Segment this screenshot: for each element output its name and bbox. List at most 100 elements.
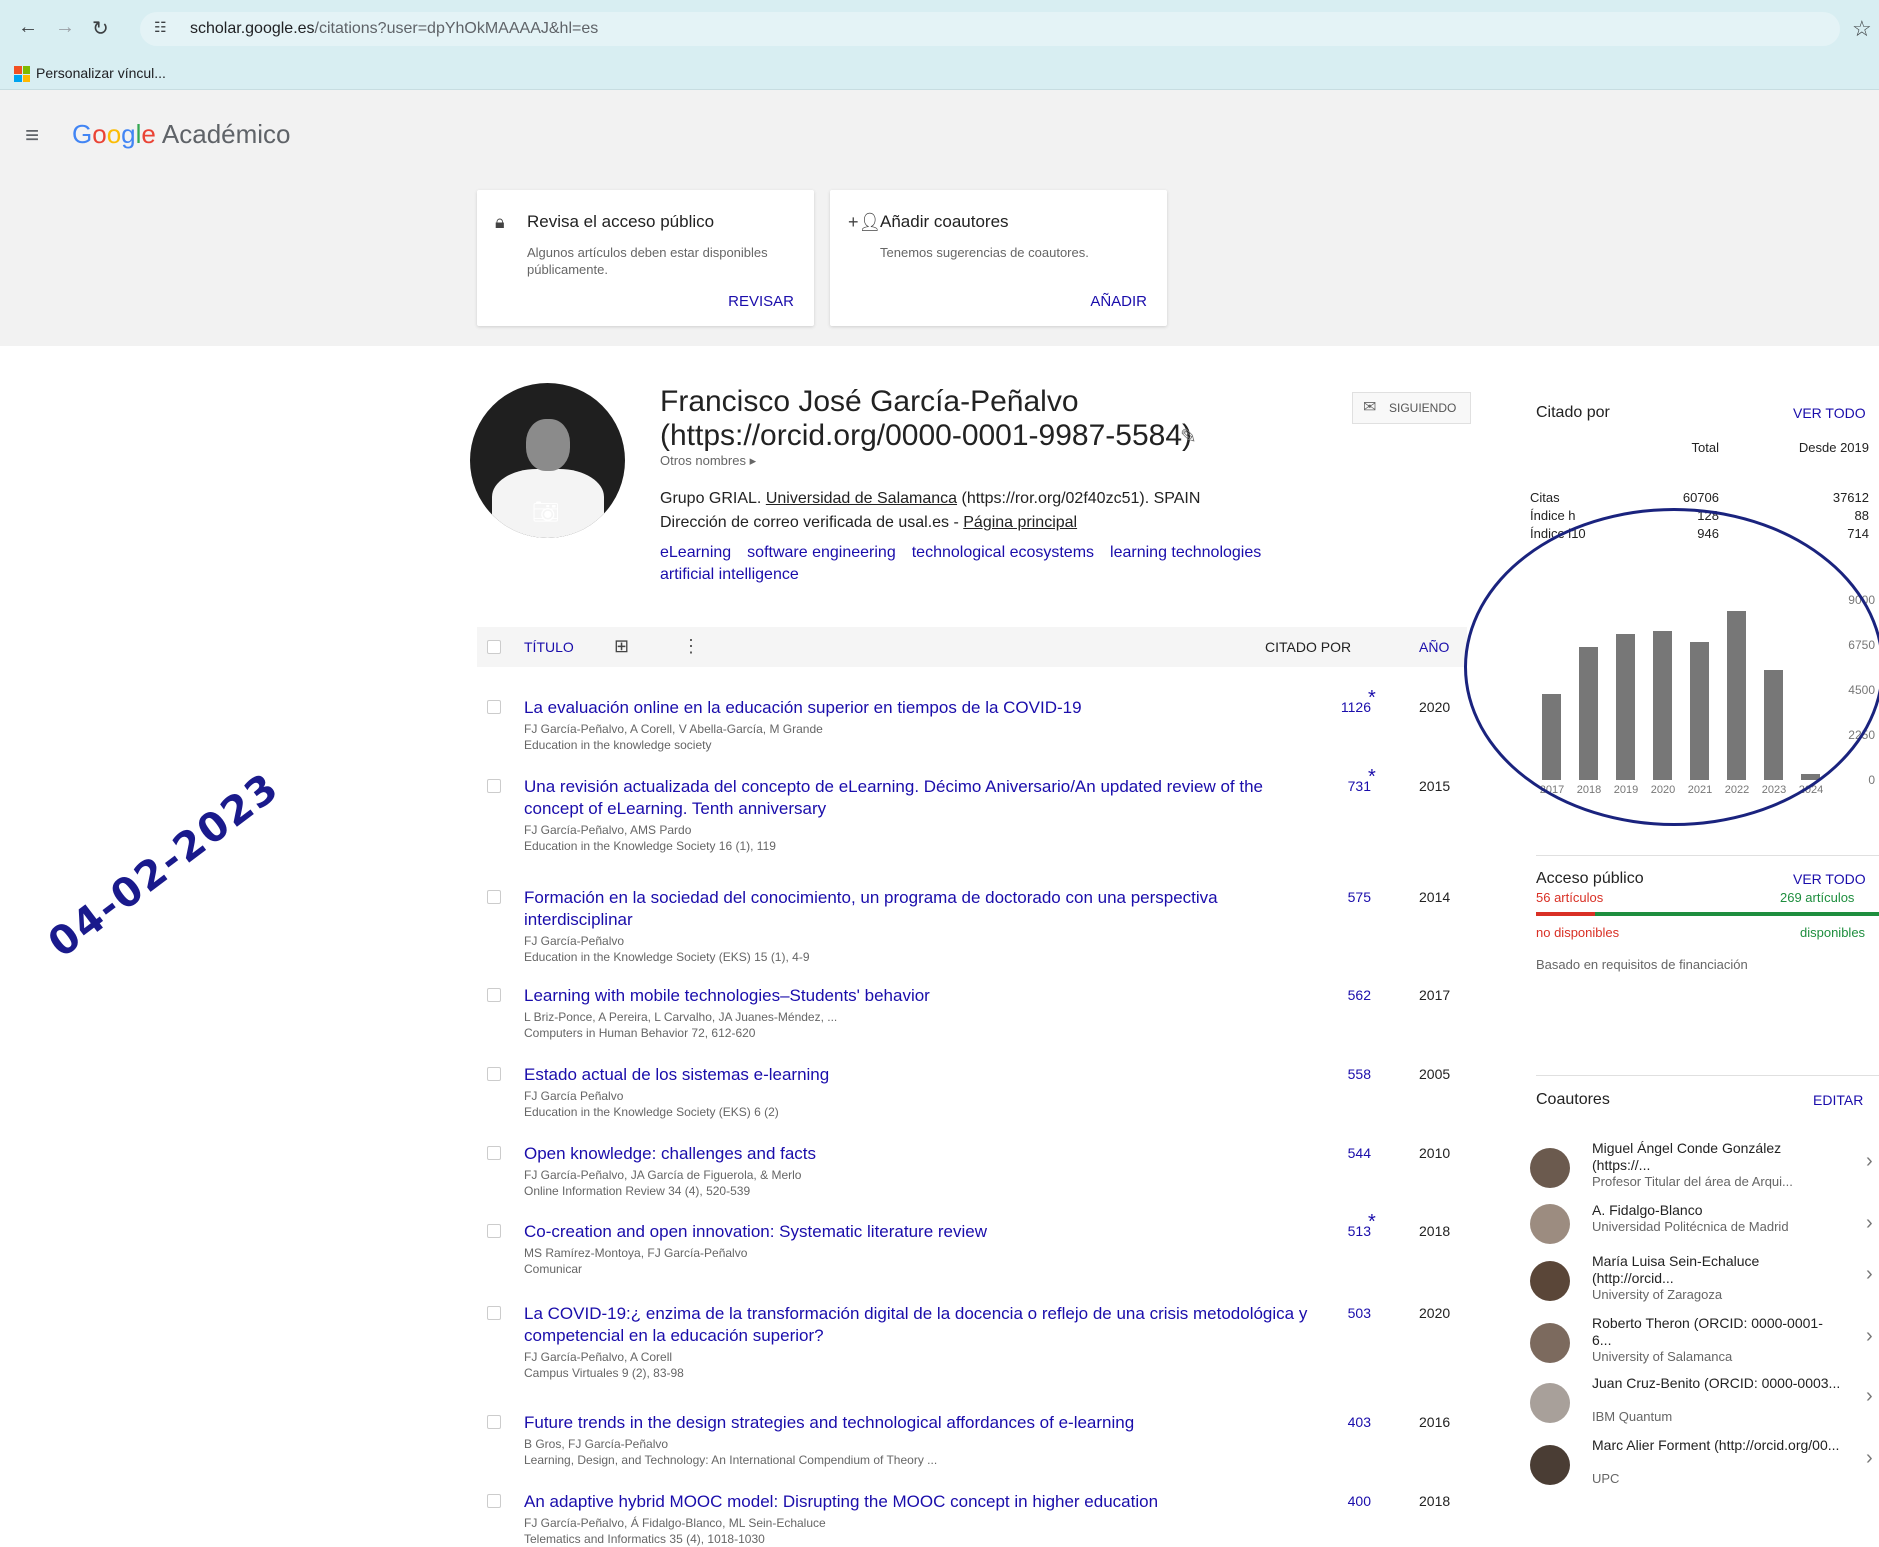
article-title-link[interactable]: Future trends in the design strategies a… <box>524 1412 1324 1434</box>
merged-citations-star[interactable]: * <box>1368 766 1376 789</box>
coauthor-affiliation: University of Zaragoza <box>1592 1287 1723 1302</box>
cited-by-count-link[interactable]: 400 <box>1311 1493 1371 1509</box>
coauthor-name[interactable]: Roberto Theron (ORCID: 0000-0001-6... <box>1592 1315 1842 1349</box>
tune-icon[interactable]: ☷ <box>154 19 167 36</box>
avatar[interactable]: 📷︎ <box>470 383 625 538</box>
add-coauthors-card: +👤︎ Añadir coautores Tenemos sugerencias… <box>830 190 1167 326</box>
university-link[interactable]: Universidad de Salamanca <box>766 490 957 507</box>
reload-icon[interactable]: ↻ <box>92 16 109 41</box>
follow-button[interactable]: ✉ SIGUIENDO <box>1352 392 1472 424</box>
article-title-link[interactable]: Open knowledge: challenges and facts <box>524 1143 1324 1165</box>
article-authors: B Gros, FJ García-Peñalvo <box>524 1437 669 1451</box>
public-access-view-all[interactable]: VER TODO <box>1793 871 1866 887</box>
cited-by-count-link[interactable]: 562 <box>1311 987 1371 1003</box>
row-checkbox[interactable] <box>487 1494 501 1508</box>
article-authors: FJ García-Peñalvo <box>524 934 625 948</box>
article-title-link[interactable]: Learning with mobile technologies–Studen… <box>524 985 1324 1007</box>
more-options-icon[interactable]: ⋮ <box>682 636 700 657</box>
article-title-link[interactable]: An adaptive hybrid MOOC model: Disruptin… <box>524 1491 1324 1513</box>
article-year: 2014 <box>1419 889 1451 905</box>
menu-icon[interactable]: ≡ <box>25 122 39 150</box>
star-icon[interactable]: ☆ <box>1852 16 1872 42</box>
chevron-right-icon[interactable]: › <box>1866 1385 1873 1408</box>
date-stamp: 04-02-2023 <box>40 763 288 967</box>
chevron-right-icon[interactable]: › <box>1866 1263 1873 1286</box>
row-checkbox[interactable] <box>487 1067 501 1081</box>
chart-y-tick: 0 <box>1868 773 1875 787</box>
add-photo-icon[interactable]: 📷︎ <box>532 499 560 525</box>
cited-by-count-link[interactable]: 544 <box>1311 1145 1371 1161</box>
article-title-link[interactable]: Formación en la sociedad del conocimient… <box>524 887 1324 931</box>
scholar-logo[interactable]: Google Académico <box>72 119 291 150</box>
stats-total: 60706 <box>1682 490 1719 505</box>
select-all-checkbox[interactable] <box>487 640 501 654</box>
bookmarks-bar <box>0 58 1879 90</box>
article-title-link[interactable]: Co-creation and open innovation: Systema… <box>524 1221 1324 1243</box>
merged-citations-star[interactable]: * <box>1368 687 1376 710</box>
coauthor-name[interactable]: Marc Alier Forment (http://orcid.org/00.… <box>1592 1437 1842 1454</box>
add-button[interactable]: AÑADIR <box>1090 293 1147 310</box>
edit-pencil-icon[interactable]: ✎ <box>1180 424 1197 449</box>
sort-by-title[interactable]: TÍTULO <box>524 639 574 655</box>
interest-link[interactable]: technological ecosystems <box>912 544 1094 561</box>
coauthor-name[interactable]: Miguel Ángel Conde González (https://... <box>1592 1140 1842 1174</box>
row-checkbox[interactable] <box>487 779 501 793</box>
article-authors: L Briz-Ponce, A Pereira, L Carvalho, JA … <box>524 1010 838 1024</box>
row-checkbox[interactable] <box>487 1224 501 1238</box>
article-title-link[interactable]: La evaluación online en la educación sup… <box>524 697 1324 719</box>
cited-by-count-link[interactable]: 403 <box>1311 1414 1371 1430</box>
back-arrow-icon[interactable]: ← <box>18 16 38 39</box>
coauthor-affiliation: Universidad Politécnica de Madrid <box>1592 1219 1789 1234</box>
interest-link[interactable]: software engineering <box>747 544 896 561</box>
sort-by-citations[interactable]: CITADO POR <box>1265 639 1351 655</box>
coauthor-name[interactable]: A. Fidalgo-Blanco <box>1592 1202 1842 1219</box>
article-title-link[interactable]: Estado actual de los sistemas e-learning <box>524 1064 1324 1086</box>
cited-by-count-link[interactable]: 558 <box>1311 1066 1371 1082</box>
coauthor-name[interactable]: Juan Cruz-Benito (ORCID: 0000-0003... <box>1592 1375 1842 1392</box>
row-checkbox[interactable] <box>487 988 501 1002</box>
article-venue: Campus Virtuales 9 (2), 83-98 <box>524 1366 684 1380</box>
interest-link[interactable]: eLearning <box>660 544 731 561</box>
chevron-right-icon[interactable]: › <box>1866 1325 1873 1348</box>
merged-citations-star[interactable]: * <box>1368 1211 1376 1234</box>
row-checkbox[interactable] <box>487 890 501 904</box>
chevron-right-icon[interactable]: › <box>1866 1212 1873 1235</box>
verified-email: Dirección de correo verificada de usal.e… <box>660 514 1078 531</box>
cited-by-count-link[interactable]: 503 <box>1311 1305 1371 1321</box>
cited-by-count-link[interactable]: 575 <box>1311 889 1371 905</box>
cited-by-view-all[interactable]: VER TODO <box>1793 405 1866 421</box>
article-venue: Education in the Knowledge Society (EKS)… <box>524 950 810 964</box>
url-text[interactable]: scholar.google.es/citations?user=dpYhOkM… <box>190 20 598 38</box>
unavailable-articles-link[interactable]: 56 artículos <box>1536 890 1603 905</box>
article-authors: FJ García-Peñalvo, A Corell, V Abella-Ga… <box>524 722 823 736</box>
chevron-right-icon[interactable]: › <box>1866 1447 1873 1470</box>
review-button[interactable]: REVISAR <box>728 293 794 310</box>
cited-by-count-link[interactable]: 1126 <box>1311 699 1371 715</box>
article-venue: Learning, Design, and Technology: An Int… <box>524 1453 938 1467</box>
cited-by-count-link[interactable]: 731 <box>1311 778 1371 794</box>
row-checkbox[interactable] <box>487 700 501 714</box>
row-checkbox[interactable] <box>487 1306 501 1320</box>
add-article-icon[interactable]: ⊞ <box>614 636 629 657</box>
article-authors: FJ García-Peñalvo, JA García de Figuerol… <box>524 1168 802 1182</box>
row-checkbox[interactable] <box>487 1415 501 1429</box>
sort-by-year[interactable]: AÑO <box>1419 639 1449 655</box>
other-names-toggle[interactable]: Otros nombres ▸ <box>660 453 756 469</box>
row-checkbox[interactable] <box>487 1146 501 1160</box>
homepage-link[interactable]: Página principal <box>963 514 1077 531</box>
forward-arrow-icon[interactable]: → <box>55 16 75 39</box>
article-authors: FJ García-Peñalvo, AMS Pardo <box>524 823 692 837</box>
chevron-right-icon[interactable]: › <box>1866 1150 1873 1173</box>
coauthor-name[interactable]: María Luisa Sein-Echaluce (http://orcid.… <box>1592 1253 1842 1287</box>
edit-coauthors-link[interactable]: EDITAR <box>1813 1092 1863 1108</box>
card-description: Tenemos sugerencias de coautores. <box>880 245 1089 260</box>
interest-link[interactable]: artificial intelligence <box>660 566 799 583</box>
bookmark-item[interactable]: Personalizar víncul... <box>36 65 166 81</box>
cited-by-count-link[interactable]: 513 <box>1311 1223 1371 1239</box>
public-access-title: Acceso público <box>1536 870 1644 887</box>
interest-link[interactable]: learning technologies <box>1110 544 1261 561</box>
article-title-link[interactable]: Una revisión actualizada del concepto de… <box>524 776 1324 820</box>
article-year: 2010 <box>1419 1145 1451 1161</box>
article-title-link[interactable]: La COVID-19:¿ enzima de la transformació… <box>524 1303 1324 1347</box>
available-articles-link[interactable]: 269 artículos <box>1780 890 1854 905</box>
